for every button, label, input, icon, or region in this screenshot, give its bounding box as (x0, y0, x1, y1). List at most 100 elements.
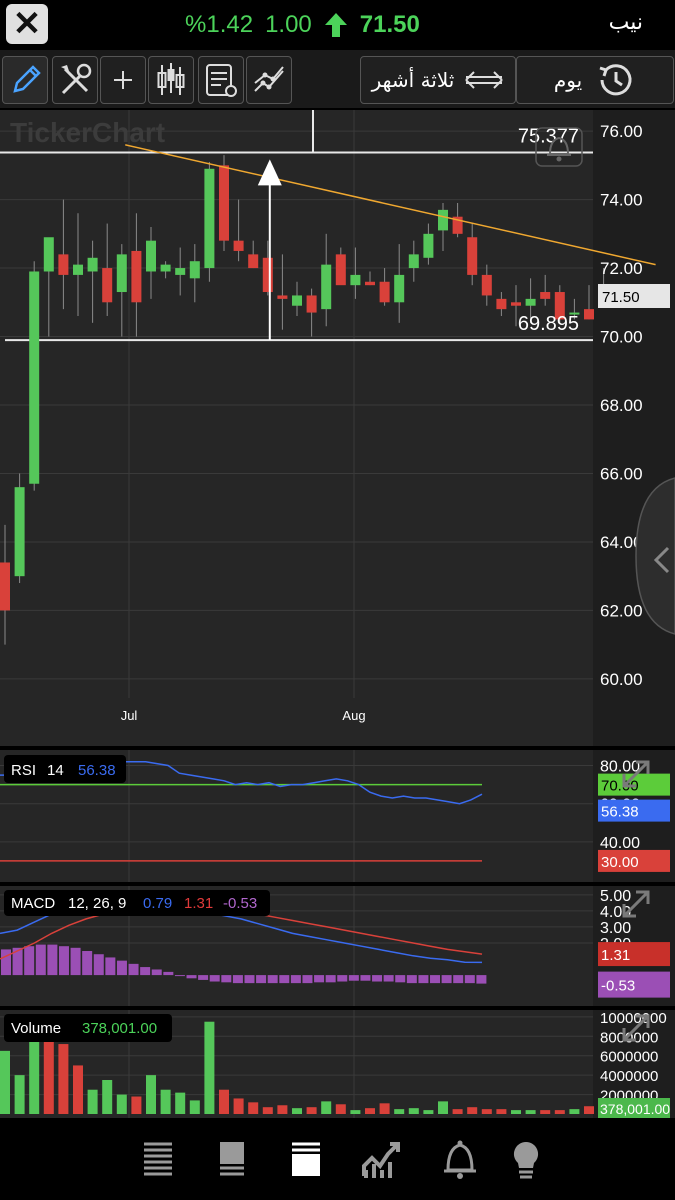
macd-signal-value: 1.31 (184, 895, 213, 912)
volume-bar (321, 1101, 332, 1114)
nav-ideas[interactable] (502, 1132, 550, 1188)
history-icon (599, 64, 632, 96)
price-tick-label: 66.00 (600, 464, 643, 483)
volume-bar (262, 1107, 273, 1114)
macd-histogram-bar (93, 954, 104, 976)
symbol-name[interactable]: نيب (609, 10, 643, 35)
macd-histogram-bar (314, 975, 325, 983)
macd-params: 12, 26, 9 (68, 895, 126, 912)
macd-histogram-bar (244, 975, 255, 984)
volume-bar (379, 1103, 390, 1114)
candle-body (584, 309, 594, 320)
rsi-current-label: 56.38 (601, 804, 639, 821)
compare-button[interactable] (246, 56, 292, 104)
candle-body (87, 257, 98, 272)
nav-orders[interactable] (282, 1132, 330, 1188)
volume-bar (481, 1109, 492, 1114)
macd-histogram-bar (267, 975, 278, 984)
candle-body (219, 165, 229, 241)
macd-histogram-bar (383, 975, 394, 982)
nav-chart[interactable] (358, 1132, 406, 1188)
ideas-icon (513, 1141, 539, 1179)
candle-body (306, 295, 317, 313)
order-list-icon (292, 1142, 320, 1176)
volume-bar (554, 1110, 565, 1114)
macd-histogram-bar (58, 946, 69, 976)
pencil-icon (13, 65, 41, 93)
macd-histogram-bar (395, 975, 406, 983)
macd-histogram-bar (418, 975, 429, 984)
rsi-level-label: 30.00 (601, 854, 639, 871)
macd-histogram-bar (35, 944, 46, 976)
quote-summary: %1.42 1.00 71.50 (185, 8, 420, 42)
volume-bar (365, 1108, 375, 1114)
candle-body (496, 298, 507, 310)
macd-value: 0.79 (143, 895, 172, 912)
alerts-icon (444, 1140, 476, 1179)
pencil-tool-button[interactable] (2, 56, 48, 104)
time-axis (0, 700, 593, 746)
candle-body (350, 274, 361, 286)
macd-histogram-bar (198, 975, 209, 980)
candle-body (0, 562, 10, 611)
rsi-tick-label: 40.00 (600, 835, 640, 852)
macd-histogram-bar (232, 975, 243, 984)
nav-alerts[interactable] (436, 1132, 484, 1188)
volume-bar (116, 1094, 127, 1114)
volume-bar (335, 1104, 346, 1114)
candle-body (189, 261, 200, 279)
macd-histogram-bar (174, 975, 185, 977)
macd-histogram-bar (372, 975, 383, 982)
macd-signal-axis-label: 1.31 (601, 947, 630, 964)
crosshair-button[interactable] (100, 56, 146, 104)
nav-market-depth[interactable] (208, 1132, 256, 1188)
macd-histogram-bar (82, 951, 93, 976)
volume-bar (438, 1101, 448, 1114)
candle-body (43, 237, 54, 272)
change-percent: %1.42 (185, 11, 254, 38)
nav-watchlist[interactable] (134, 1132, 182, 1188)
chart-type-button[interactable] (148, 56, 194, 104)
volume-bar (423, 1110, 434, 1114)
candlestick-icon (157, 63, 185, 95)
interval-label: يوم (553, 68, 583, 92)
close-icon[interactable]: ✕ (6, 4, 48, 44)
last-price-axis-label: 71.50 (602, 289, 640, 306)
macd-histogram-value: -0.53 (223, 895, 257, 912)
period-selector[interactable]: ثلاثة أشهر (360, 56, 516, 104)
macd-tick-label: 3.00 (600, 920, 631, 937)
volume-bar (292, 1108, 302, 1114)
last-price: 71.50 (359, 11, 420, 38)
macd-histogram-bar (360, 975, 371, 981)
macd-histogram-bar (476, 975, 487, 984)
candle-body (438, 209, 448, 231)
candle-body (525, 298, 536, 306)
interval-selector[interactable]: يوم (516, 56, 674, 104)
volume-bar (584, 1106, 594, 1114)
indicators-button[interactable] (198, 56, 244, 104)
macd-histogram-bar (47, 944, 58, 976)
price-tick-label: 76.00 (600, 122, 643, 141)
volume-tick-label: 6000000 (600, 1049, 658, 1066)
tools-button[interactable] (52, 56, 98, 104)
macd-histogram-bar (1, 949, 11, 976)
chart-icon (362, 1142, 400, 1178)
macd-histogram-bar (209, 975, 220, 982)
candle-body (233, 240, 244, 251)
chart-area[interactable]: TickerChart 75.37769.895 76.0074.0072.00… (0, 108, 675, 1120)
macd-histogram-bar (256, 975, 267, 984)
macd-histogram-bar (302, 975, 313, 984)
candle-body (511, 302, 521, 306)
volume-bar (189, 1100, 200, 1114)
volume-bar (569, 1109, 580, 1114)
price-tick-label: 72.00 (600, 259, 643, 278)
macd-histogram-bar (163, 971, 174, 976)
rsi-tick-label: 80.00 (600, 759, 640, 776)
candle-body (540, 292, 551, 299)
candle-body (102, 268, 113, 303)
price-tick-label: 74.00 (600, 191, 643, 210)
macd-histogram-bar (221, 975, 232, 983)
volume-bar (131, 1096, 142, 1114)
candle-body (423, 233, 434, 258)
volume-bar (58, 1044, 69, 1114)
